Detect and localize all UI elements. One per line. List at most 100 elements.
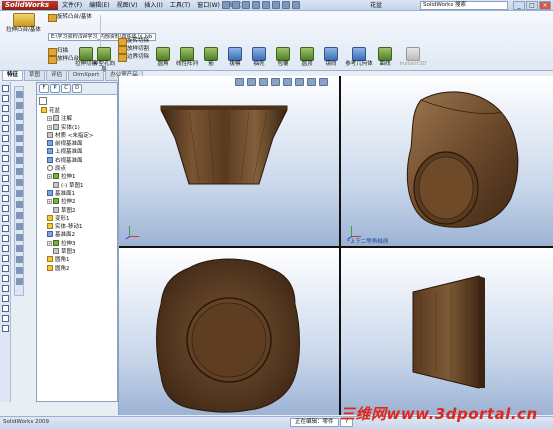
feature-tool-icon[interactable] <box>15 168 23 175</box>
select-icon[interactable] <box>272 1 280 9</box>
smart-dimension-icon[interactable] <box>1 95 9 102</box>
expand-icon[interactable]: + <box>47 174 52 180</box>
revolve-cut-button[interactable]: 旋转切除 <box>118 37 166 46</box>
tab-evaluate[interactable]: 评估 <box>46 71 68 81</box>
feature-tool-icon[interactable] <box>15 256 23 263</box>
menu-insert[interactable]: 插入(I) <box>144 1 162 10</box>
menu-window[interactable]: 窗口(W) <box>197 1 220 10</box>
tree-item[interactable]: + 拉伸3 <box>41 239 116 248</box>
tab-sketch[interactable]: 草图 <box>24 71 46 81</box>
tree-item[interactable]: 原点 <box>41 165 116 173</box>
menu-tools[interactable]: 工具(T) <box>170 1 190 10</box>
extra-tool-icon[interactable] <box>1 305 9 312</box>
extra-tool-icon[interactable] <box>1 325 9 332</box>
tree-item[interactable]: 花盆 <box>41 107 116 115</box>
quick-snaps-icon[interactable] <box>1 245 9 252</box>
extra-tool-icon[interactable] <box>1 275 9 282</box>
viewport-side[interactable] <box>341 248 553 415</box>
extra-tool-icon[interactable] <box>1 265 9 272</box>
feature-tool-icon[interactable] <box>15 135 23 142</box>
open-file-icon[interactable] <box>232 1 240 9</box>
tree-item[interactable]: 前视基准面 <box>41 140 116 148</box>
tree-item[interactable]: 草图2 <box>41 206 116 215</box>
tree-item[interactable]: 材质 <未指定> <box>41 131 116 140</box>
tree-item[interactable]: 基准面1 <box>41 189 116 198</box>
centerline-icon[interactable] <box>1 175 9 182</box>
tree-item[interactable]: 基准面2 <box>41 231 116 239</box>
pattern-icon[interactable] <box>1 215 9 222</box>
property-manager-tab[interactable]: P <box>50 84 60 93</box>
draft-button[interactable]: 拔模 <box>224 47 246 67</box>
tree-item[interactable]: 圆角2 <box>41 264 116 273</box>
tree-item[interactable]: (-) 草图1 <box>41 181 116 190</box>
feature-tool-icon[interactable] <box>15 223 23 230</box>
extra-tool-icon[interactable] <box>1 315 9 322</box>
feature-tool-icon[interactable] <box>15 190 23 197</box>
configuration-manager-tab[interactable]: C <box>61 84 71 93</box>
expand-icon[interactable]: + <box>47 116 52 122</box>
revolve-boss-button[interactable]: 旋转凸台/基体 <box>48 13 96 22</box>
maximize-button[interactable]: □ <box>526 1 538 10</box>
extra-tool-icon[interactable] <box>1 295 9 302</box>
feature-tool-icon[interactable] <box>15 201 23 208</box>
offset-icon[interactable] <box>1 195 9 202</box>
viewport-isometric[interactable]: *上下二等角轴测 <box>341 76 553 246</box>
trim-icon[interactable] <box>1 185 9 192</box>
expand-icon[interactable]: + <box>47 124 52 130</box>
mirror-entities-icon[interactable] <box>1 205 9 212</box>
options-icon[interactable] <box>292 1 300 9</box>
point-icon[interactable] <box>1 165 9 172</box>
filter-icon[interactable] <box>39 97 47 105</box>
feature-tool-icon[interactable] <box>15 278 23 285</box>
feature-tool-icon[interactable] <box>15 234 23 241</box>
tab-dimxpert[interactable]: DimXpert <box>68 71 105 81</box>
graphics-area[interactable]: *上下二等角轴测 <box>119 76 553 415</box>
print-icon[interactable] <box>252 1 260 9</box>
expand-icon[interactable]: + <box>47 240 52 246</box>
curves-button[interactable]: 曲线 <box>374 47 396 67</box>
tree-item[interactable]: 变形1 <box>41 214 116 223</box>
menu-edit[interactable]: 编辑(E) <box>89 1 109 10</box>
tree-item[interactable]: 圆角1 <box>41 256 116 264</box>
search-input[interactable]: SolidWorks 搜索 <box>420 1 508 10</box>
tree-item[interactable]: 草图3 <box>41 248 116 256</box>
shell-button[interactable]: 抽壳 <box>248 47 270 67</box>
tab-features[interactable]: 特征 <box>2 71 24 81</box>
mirror-button[interactable]: 镜向 <box>320 47 342 67</box>
dome-button[interactable]: 圆顶 <box>296 47 318 67</box>
instant3d-button[interactable]: Instant3D <box>398 47 428 67</box>
feature-tool-icon[interactable] <box>15 91 23 98</box>
tree-item[interactable]: 上视基准面 <box>41 148 116 156</box>
repair-icon[interactable] <box>1 235 9 242</box>
undo-icon[interactable] <box>262 1 270 9</box>
feature-manager-tab[interactable]: F <box>39 84 49 93</box>
expand-icon[interactable]: + <box>47 199 52 205</box>
viewport-top[interactable] <box>119 248 339 415</box>
rectangle-icon[interactable] <box>1 115 9 122</box>
hole-wizard-button[interactable]: 异型孔向导 <box>92 47 116 73</box>
tree-item[interactable]: 右视基准面 <box>41 156 116 165</box>
wrap-button[interactable]: 包覆 <box>272 47 294 67</box>
feature-tool-icon[interactable] <box>15 146 23 153</box>
menu-view[interactable]: 视图(V) <box>117 1 138 10</box>
new-file-icon[interactable] <box>222 1 230 9</box>
tree-item[interactable]: + 拉伸2 <box>41 198 116 206</box>
feature-tool-icon[interactable] <box>15 124 23 131</box>
relations-icon[interactable] <box>1 225 9 232</box>
sketch-icon[interactable] <box>1 85 9 92</box>
circle-icon[interactable] <box>1 125 9 132</box>
tree-item[interactable]: + 拉伸1 <box>41 173 116 181</box>
menu-file[interactable]: 文件(F) <box>62 1 82 10</box>
solidworks-logo[interactable]: SolidWorks <box>2 1 58 10</box>
feature-tool-icon[interactable] <box>15 157 23 164</box>
feature-tool-icon[interactable] <box>15 102 23 109</box>
extrude-boss-button[interactable]: 拉伸凸台/基体 <box>1 13 46 33</box>
spline-icon[interactable] <box>1 145 9 152</box>
feature-tool-icon[interactable] <box>15 113 23 120</box>
dimxpert-manager-tab[interactable]: D <box>72 84 82 93</box>
minimize-button[interactable]: _ <box>513 1 525 10</box>
rib-button[interactable]: 筋 <box>200 47 222 67</box>
extra-tool-icon[interactable] <box>1 285 9 292</box>
feature-tool-icon[interactable] <box>15 179 23 186</box>
tree-item[interactable]: + 注解 <box>41 115 116 123</box>
